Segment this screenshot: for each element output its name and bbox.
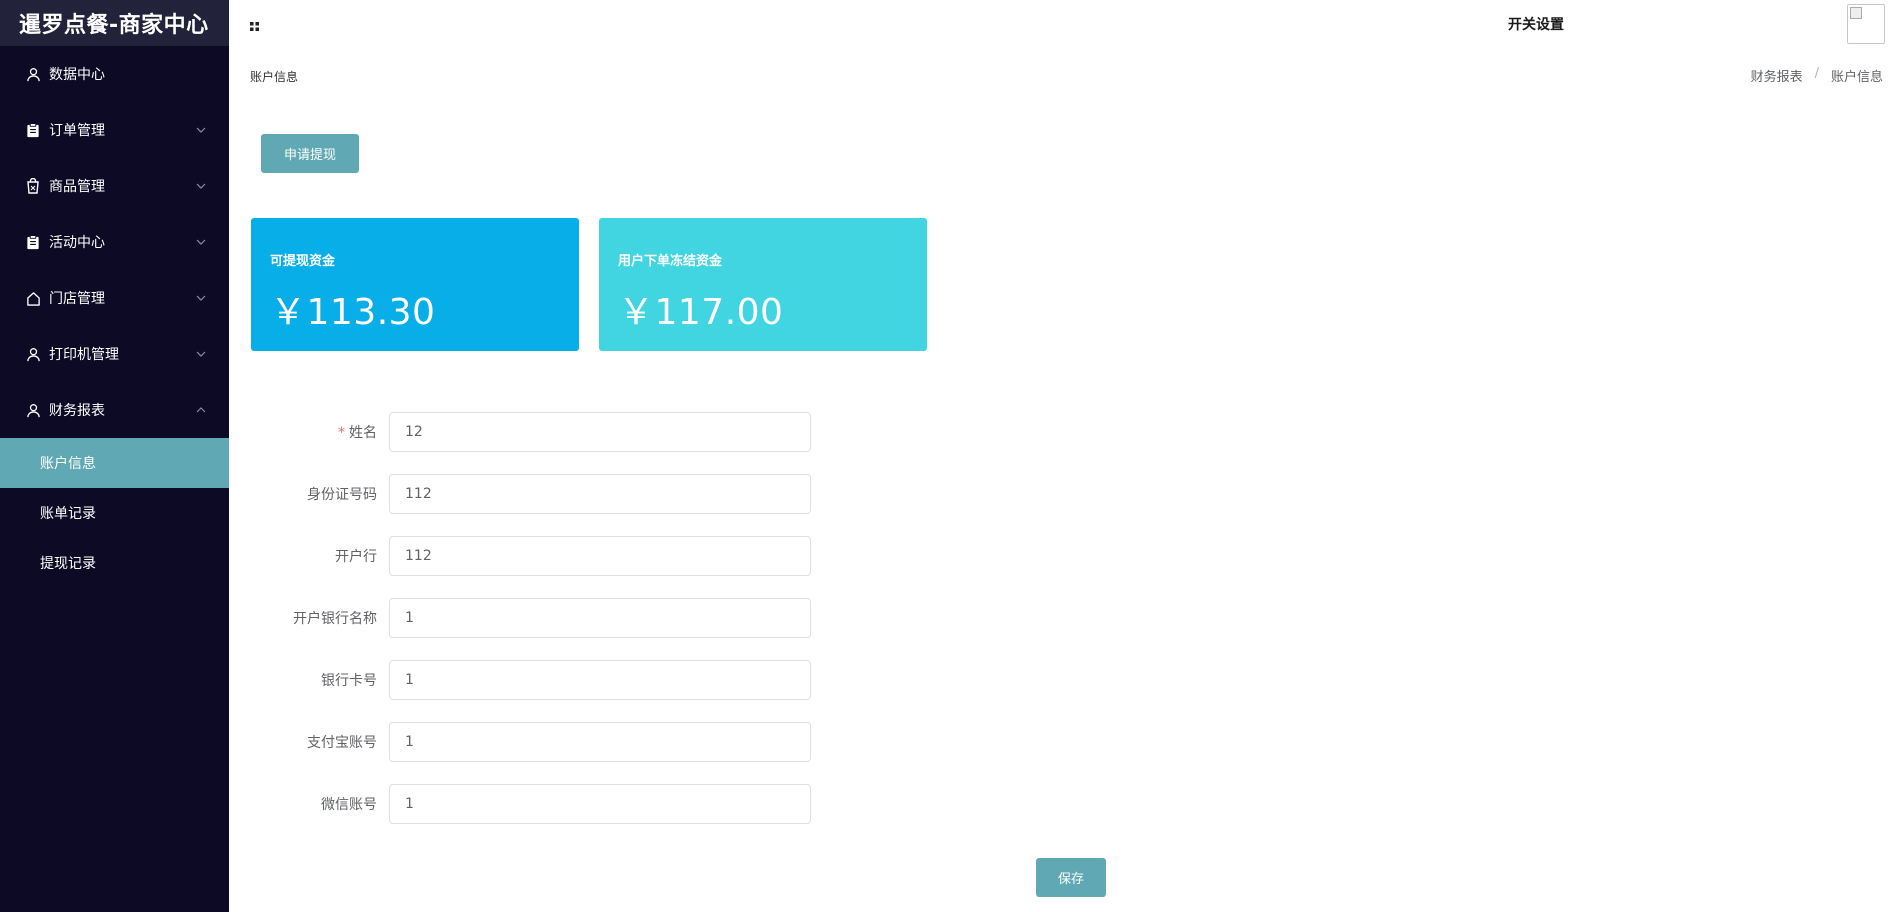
sidebar-item-label: 数据中心 bbox=[49, 67, 105, 83]
wechat-account-input[interactable] bbox=[389, 784, 811, 824]
form-row-name: * 姓名 bbox=[251, 412, 823, 452]
broken-image-icon[interactable] bbox=[1847, 4, 1885, 44]
card-title: 可提现资金 bbox=[270, 254, 336, 269]
form-label: 开户行 bbox=[335, 549, 377, 565]
sidebar-item-finance[interactable]: 财务报表 bbox=[0, 382, 229, 438]
sidebar-item-label: 商品管理 bbox=[49, 179, 105, 195]
user-icon bbox=[24, 401, 42, 419]
frozen-funds-card: 用户下单冻结资金 ￥117.00 bbox=[599, 218, 927, 351]
chevron-down-icon bbox=[195, 292, 207, 304]
sidebar-item-printers[interactable]: 打印机管理 bbox=[0, 326, 229, 382]
brand-title: 暹罗点餐-商家中心 bbox=[0, 0, 229, 46]
form-label: 支付宝账号 bbox=[307, 735, 377, 751]
name-input[interactable] bbox=[389, 412, 811, 452]
sidebar-item-data-center[interactable]: 数据中心 bbox=[0, 46, 229, 102]
bag-icon bbox=[24, 177, 42, 195]
card-title: 用户下单冻结资金 bbox=[618, 254, 723, 269]
page-title: 账户信息 bbox=[250, 70, 299, 84]
sidebar-menu: 数据中心 订单管理 商品管理 活动中心 门店管理 打印机管理 财务报表 账户信息… bbox=[0, 46, 229, 588]
clipboard-icon bbox=[24, 233, 42, 251]
sidebar-subitem-account-info[interactable]: 账户信息 bbox=[0, 438, 229, 488]
sidebar-item-stores[interactable]: 门店管理 bbox=[0, 270, 229, 326]
form-label: 银行卡号 bbox=[321, 673, 377, 689]
form-label-text: 姓名 bbox=[349, 425, 377, 441]
sidebar-subitem-label: 账单记录 bbox=[40, 506, 96, 522]
home-icon bbox=[24, 289, 42, 307]
breadcrumb-separator: / bbox=[1814, 66, 1819, 81]
bank-name-input[interactable] bbox=[389, 598, 811, 638]
top-header: 开关设置 bbox=[229, 0, 1901, 46]
sidebar-subitem-bill-records[interactable]: 账单记录 bbox=[0, 488, 229, 538]
form-row-bank: 开户行 bbox=[251, 536, 823, 576]
required-asterisk: * bbox=[338, 425, 345, 441]
sidebar-item-orders[interactable]: 订单管理 bbox=[0, 102, 229, 158]
id-number-input[interactable] bbox=[389, 474, 811, 514]
sidebar-item-label: 门店管理 bbox=[49, 291, 105, 307]
chevron-down-icon bbox=[195, 236, 207, 248]
form-row-wechat: 微信账号 bbox=[251, 784, 823, 824]
form-label: 微信账号 bbox=[321, 797, 377, 813]
withdrawable-funds-card: 可提现资金 ￥113.30 bbox=[251, 218, 579, 351]
chevron-up-icon bbox=[195, 404, 207, 416]
chevron-down-icon bbox=[195, 348, 207, 360]
breadcrumb-item[interactable]: 财务报表 bbox=[1751, 66, 1803, 85]
sidebar-item-label: 活动中心 bbox=[49, 235, 105, 251]
bank-input[interactable] bbox=[389, 536, 811, 576]
sidebar-item-label: 打印机管理 bbox=[49, 347, 119, 363]
sidebar-subitem-withdraw-records[interactable]: 提现记录 bbox=[0, 538, 229, 588]
card-number-input[interactable] bbox=[389, 660, 811, 700]
save-button[interactable]: 保存 bbox=[1036, 858, 1106, 897]
sidebar-item-products[interactable]: 商品管理 bbox=[0, 158, 229, 214]
chevron-down-icon bbox=[195, 124, 207, 136]
user-icon bbox=[24, 345, 42, 363]
user-icon bbox=[24, 65, 42, 83]
chevron-down-icon bbox=[195, 180, 207, 192]
apply-withdraw-button[interactable]: 申请提现 bbox=[261, 134, 359, 173]
breadcrumb-item-current: 账户信息 bbox=[1830, 70, 1883, 85]
form-row-card-number: 银行卡号 bbox=[251, 660, 823, 700]
sidebar-item-label: 财务报表 bbox=[49, 403, 105, 419]
clipboard-icon bbox=[24, 121, 42, 139]
form-label: 开户银行名称 bbox=[293, 611, 377, 627]
alipay-account-input[interactable] bbox=[389, 722, 811, 762]
sidebar-item-label: 订单管理 bbox=[49, 123, 105, 139]
grid-icon[interactable] bbox=[249, 17, 260, 31]
sidebar-subitem-label: 账户信息 bbox=[40, 456, 96, 472]
form-label: 身份证号码 bbox=[307, 487, 377, 503]
form-row-bank-name: 开户银行名称 bbox=[251, 598, 823, 638]
sidebar-item-activities[interactable]: 活动中心 bbox=[0, 214, 229, 270]
form-row-alipay: 支付宝账号 bbox=[251, 722, 823, 762]
switch-settings-link[interactable]: 开关设置 bbox=[1508, 14, 1564, 34]
card-value: ￥117.00 bbox=[618, 292, 784, 333]
breadcrumb: 财务报表 / 账户信息 bbox=[1751, 66, 1883, 85]
sidebar: 暹罗点餐-商家中心 数据中心 订单管理 商品管理 活动中心 门店管理 打印机管理… bbox=[0, 0, 229, 912]
form-row-id-number: 身份证号码 bbox=[251, 474, 823, 514]
form-label: * 姓名 bbox=[251, 422, 389, 442]
sidebar-subitem-label: 提现记录 bbox=[40, 556, 96, 572]
card-value: ￥113.30 bbox=[270, 292, 436, 333]
